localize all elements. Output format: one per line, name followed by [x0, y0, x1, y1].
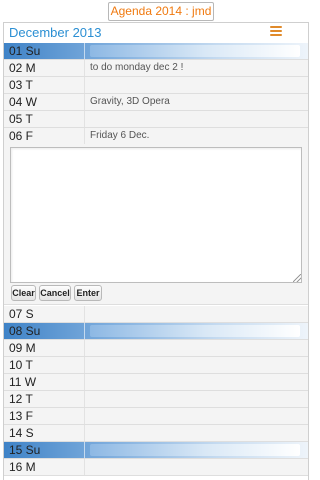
- day-row-07[interactable]: 07 S: [4, 306, 308, 323]
- agenda-panel: December 2013 01 Su 02 M to do monday de…: [3, 22, 309, 480]
- day-row-15[interactable]: 15 Su: [4, 442, 308, 459]
- day-note: Friday 6 Dec.: [90, 130, 150, 141]
- month-title: December 2013: [9, 25, 102, 40]
- day-label: 15 Su: [9, 443, 41, 457]
- day-label: 03 T: [9, 78, 33, 92]
- day-row-16[interactable]: 16 M: [4, 459, 308, 476]
- sunday-note-bar: [90, 325, 300, 337]
- day-note: to do monday dec 2 !: [90, 62, 184, 73]
- day-row-13[interactable]: 13 F: [4, 408, 308, 425]
- day-row-12[interactable]: 12 T: [4, 391, 308, 408]
- day-label: 12 T: [9, 392, 33, 406]
- day-label: 11 W: [9, 375, 37, 389]
- day-row-11[interactable]: 11 W: [4, 374, 308, 391]
- list-menu-icon[interactable]: [270, 26, 282, 38]
- note-editor[interactable]: [10, 147, 302, 283]
- day-label: 14 S: [9, 426, 34, 440]
- sunday-note-bar: [90, 45, 300, 57]
- day-label: 06 F: [9, 129, 34, 143]
- day-row-08[interactable]: 08 Su: [4, 323, 308, 340]
- day-label: 05 T: [9, 112, 33, 126]
- day-row-14[interactable]: 14 S: [4, 425, 308, 442]
- day-row-05[interactable]: 05 T: [4, 111, 308, 128]
- day-label: 16 M: [9, 460, 36, 474]
- sunday-note-bar: [90, 444, 300, 456]
- day-row-01[interactable]: 01 Su: [4, 43, 308, 60]
- enter-button[interactable]: Enter: [74, 285, 102, 301]
- cancel-button[interactable]: Cancel: [39, 285, 71, 301]
- day-label: 02 M: [9, 61, 36, 75]
- day-row-03[interactable]: 03 T: [4, 77, 308, 94]
- day-label: 08 Su: [9, 324, 41, 338]
- day-label: 04 W: [9, 95, 38, 109]
- clear-button[interactable]: Clear: [11, 285, 36, 301]
- day-note: Gravity, 3D Opera: [90, 96, 170, 107]
- day-row-09[interactable]: 09 M: [4, 340, 308, 357]
- month-header: December 2013: [4, 23, 308, 43]
- day-row-02[interactable]: 02 M to do monday dec 2 !: [4, 60, 308, 77]
- resize-grip-icon[interactable]: [293, 274, 301, 282]
- day-label: 09 M: [9, 341, 36, 355]
- app-title: Agenda 2014 : jmd: [108, 2, 214, 21]
- day-label: 10 T: [9, 358, 33, 372]
- day-label: 13 F: [9, 409, 34, 423]
- day-label: 07 S: [9, 307, 34, 321]
- day-row-04[interactable]: 04 W Gravity, 3D Opera: [4, 94, 308, 111]
- day-row-10[interactable]: 10 T: [4, 357, 308, 374]
- day-label: 01 Su: [9, 44, 41, 58]
